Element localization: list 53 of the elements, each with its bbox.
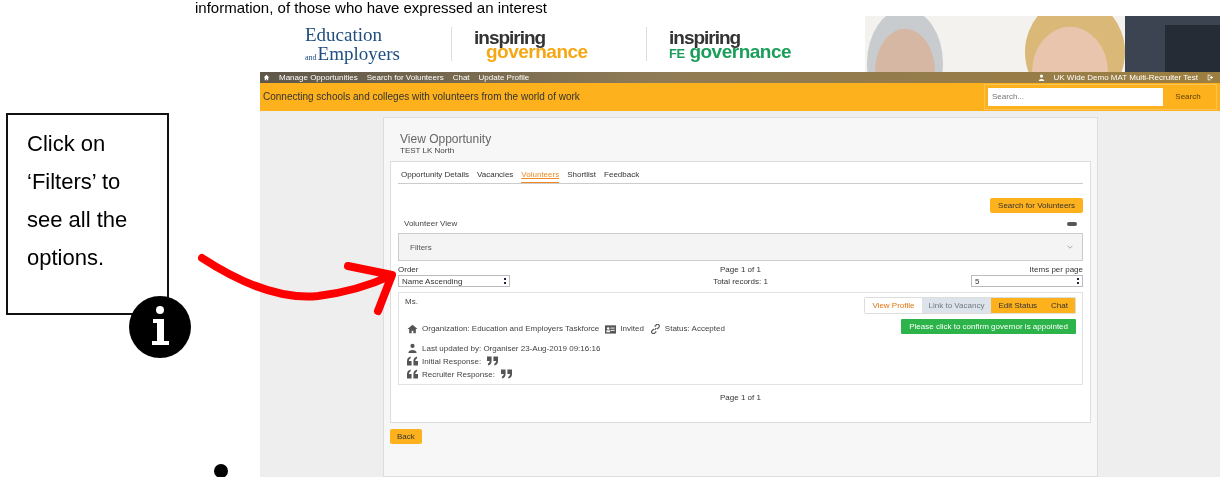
tab[interactable]: Opportunity Details [401, 168, 470, 182]
document-text: information, of those who have expressed an interest [195, 0, 548, 16]
updated-text: Last updated by: Organiser 23-Aug-2019 09:16:16 [422, 343, 601, 353]
pager-text: Page 1 of 1 [719, 393, 762, 402]
response-label: Initial Response: [422, 356, 482, 366]
nav-link[interactable]: Search for Volunteers [366, 72, 444, 82]
nav-link[interactable]: Manage Opportunities [279, 72, 358, 82]
inspiring-governance-logo: inspiring governance [474, 27, 589, 61]
page-subtitle: TEST LK North [400, 146, 456, 155]
user-link[interactable]: UK Wide Demo MAT Multi-Recruiter Test [1053, 72, 1198, 82]
tab[interactable]: Feedback [604, 168, 640, 182]
organization-text: Organization: Education and Employers Taskforce [422, 324, 600, 333]
action-button[interactable]: Chat [1044, 298, 1075, 313]
education-employers-logo: Education and Employers [305, 25, 401, 63]
status-text: Status: Accepted [664, 324, 725, 333]
open-quote-icon [407, 369, 418, 379]
info-icon [129, 296, 191, 358]
id-card-icon [605, 323, 617, 334]
pager-text: Page 1 of 1 [720, 265, 761, 274]
back-button[interactable]: Back [390, 429, 422, 444]
response-label: Recruiter Response: [422, 369, 495, 379]
section-title: Volunteer View [404, 219, 458, 228]
inspiring-fe-governance-logo: inspiring FE governance [669, 27, 793, 61]
tagline: Connecting schools and colleges with volunteers from the world of work [263, 91, 580, 103]
home-icon [407, 323, 418, 334]
total-text: Total records: 1 [713, 277, 768, 286]
search-volunteers-button[interactable]: Search for Volunteers [990, 198, 1083, 213]
user-icon [1037, 73, 1045, 81]
chevron-icon [1067, 245, 1073, 249]
link-icon [649, 323, 661, 334]
open-quote-icon [407, 356, 418, 366]
field-label: Items per page [1029, 265, 1083, 274]
home-icon[interactable] [263, 73, 270, 81]
invited-text: Invited [620, 324, 644, 333]
bullet-icon [214, 464, 228, 477]
items-per-page-select[interactable]: 5 [971, 275, 1083, 287]
close-quote-icon [487, 356, 499, 366]
filters-bar[interactable]: Filters [398, 233, 1083, 261]
nav-link[interactable]: Update Profile [478, 72, 530, 82]
tab[interactable]: Shortlist [567, 168, 597, 182]
field-label: Order [398, 265, 420, 274]
action-button[interactable]: Edit Status [991, 298, 1045, 313]
callout-box: Click on ‘Filters’ to see all the options. [6, 113, 169, 315]
help-badge[interactable] [1067, 221, 1077, 226]
volunteer-name: Ms. [405, 297, 418, 306]
order-select[interactable]: Name Ascending [398, 275, 510, 287]
nav-link[interactable]: Chat [452, 72, 470, 82]
close-quote-icon [500, 369, 512, 379]
page-title: View Opportunity [400, 132, 493, 146]
person-icon [407, 343, 418, 353]
tab[interactable]: Vacancies [477, 168, 514, 182]
logout-icon[interactable] [1207, 73, 1214, 81]
search-field[interactable]: Search... [988, 87, 1163, 106]
